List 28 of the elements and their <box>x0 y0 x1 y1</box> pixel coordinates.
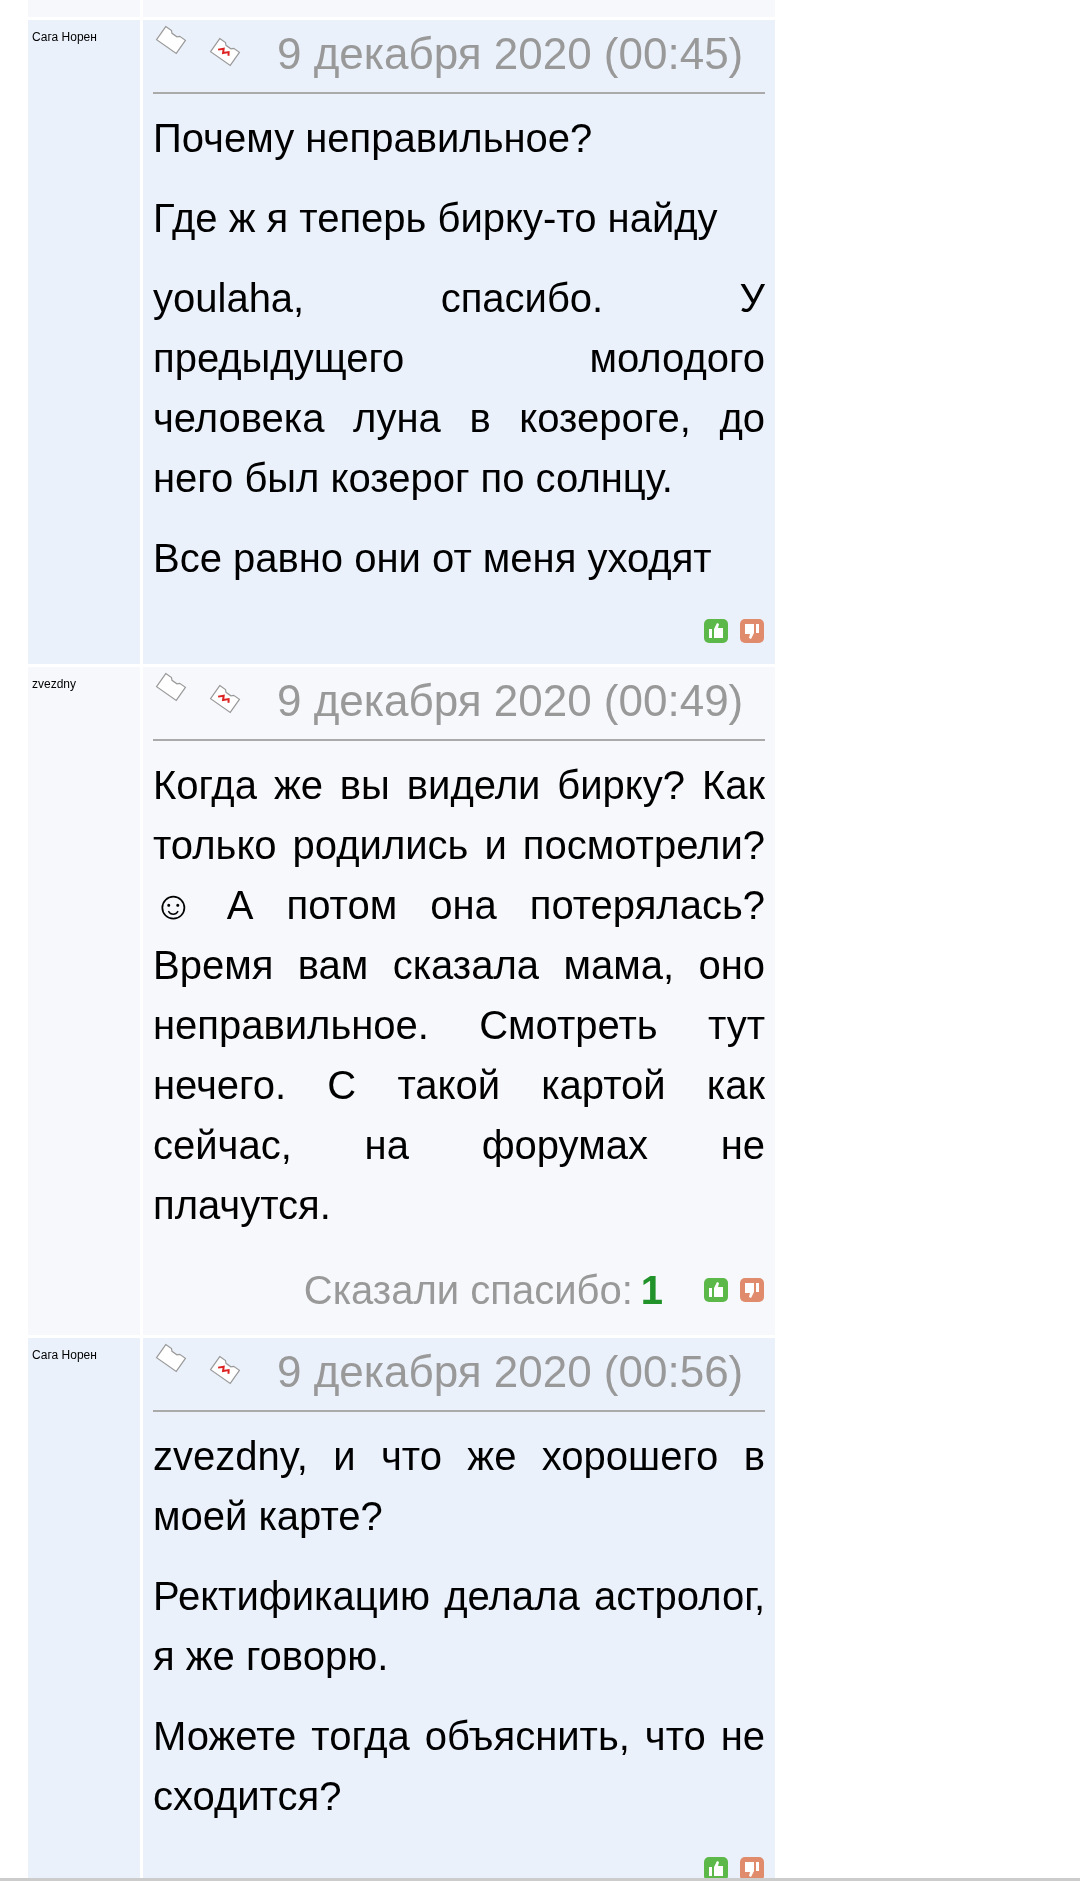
post-date: 9 декабря 2020 (00:56) <box>277 1346 744 1398</box>
flagged-tag-icon[interactable] <box>207 1354 243 1386</box>
tag-icon[interactable] <box>153 24 189 56</box>
tag-icon[interactable] <box>153 671 189 703</box>
thanks-label: Сказали спасибо: <box>303 1267 633 1314</box>
post-text: Почему неправильное? <box>153 116 593 160</box>
thumbs-up-icon[interactable] <box>703 1856 729 1878</box>
post-text: Где ж я теперь бирку-то найду <box>153 196 718 240</box>
post-text: youlaha, спасибо. У предыдущего молодого человека луна в козероге, до него был козерог по солнцу. <box>153 276 765 500</box>
thumbs-down-icon[interactable] <box>739 1277 765 1303</box>
post-text: Когда же вы видели бирку? Как только родились и посмотрели? ☺ А потом она потерялась? Время вам сказала мама, оно неправильное. Смотреть тут нечего. С такой картой как сейчас, на форумах не плачутся. <box>153 763 765 1227</box>
thanks-count: 1 <box>640 1267 663 1314</box>
thumbs-up-icon[interactable] <box>703 1277 729 1303</box>
post-text: Можете тогда объяснить, что не сходится? <box>153 1714 765 1818</box>
post-text: zvezdny, и что же хорошего в моей карте? <box>153 1434 765 1538</box>
flagged-tag-icon[interactable] <box>207 683 243 715</box>
author-name[interactable]: Сага Норен <box>32 30 97 44</box>
post-text: Все равно они от меня уходят <box>153 536 712 580</box>
author-name[interactable]: Сага Норен <box>32 1348 97 1362</box>
thumbs-down-icon[interactable] <box>739 618 765 644</box>
author-name[interactable]: zvezdny <box>32 677 77 691</box>
flagged-tag-icon[interactable] <box>207 36 243 68</box>
thumbs-down-icon[interactable] <box>739 1856 765 1878</box>
tag-icon[interactable] <box>153 1342 189 1374</box>
post-date: 9 декабря 2020 (00:49) <box>277 675 744 727</box>
post-date: 9 декабря 2020 (00:45) <box>277 28 744 80</box>
post-text: Ректификацию делала астролог, я же говорю. <box>153 1574 765 1678</box>
thumbs-up-icon[interactable] <box>703 618 729 644</box>
